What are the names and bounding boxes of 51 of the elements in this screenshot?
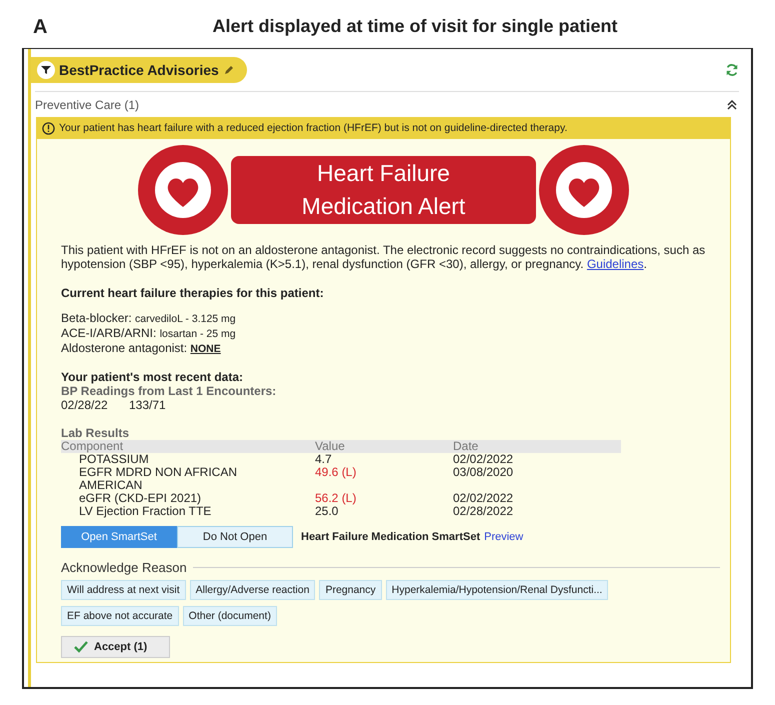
preview-link[interactable]: Preview	[484, 531, 524, 543]
collapse-icon[interactable]	[727, 100, 737, 110]
accept-button[interactable]: Accept (1)	[61, 636, 170, 658]
table-cell-text: 03/08/2020	[453, 466, 514, 481]
table-cell-text: eGFR (CKD-EPI 2021)	[78, 492, 202, 505]
table-cell-text: POTASSIUM	[79, 453, 150, 466]
reason-button[interactable]: Pregnancy	[319, 580, 382, 600]
section-label: Preventive Care (1)	[35, 98, 140, 112]
table-cell-text: 02/28/2022	[453, 505, 514, 518]
table-cell-text: 02/02/2022	[453, 453, 514, 466]
reason-button[interactable]: Other (document)	[182, 606, 277, 626]
table-cell-text: 25.0	[315, 505, 340, 518]
reason-button[interactable]: Hyperkalemia/Hypotension/Renal Dysfuncti...	[386, 580, 608, 600]
column-header: Component	[61, 440, 124, 453]
banner-text: Your patient has heart failure with a reduced ejection fraction (HFrEF) but is not on guideline-directed therapy.	[59, 122, 568, 134]
figure-label: A	[33, 16, 48, 39]
column-header: Value	[315, 440, 346, 453]
smartset-name: Heart Failure Medication SmartSet	[301, 531, 480, 543]
reason-button[interactable]: Allergy/Adverse reaction	[190, 580, 316, 600]
lab-results-heading: Lab Results	[61, 426, 130, 440]
recent-data-heading: Your patient's most recent data:	[61, 370, 244, 384]
bp-date: 02/28/22	[61, 398, 109, 412]
therapy-label: Aldosterone antagonist:	[61, 341, 188, 355]
table-cell-text: 02/02/2022	[453, 492, 514, 505]
choice-button[interactable]: Do Not Open	[177, 526, 293, 548]
therapy-label: Beta-blocker:	[61, 311, 133, 325]
column-header: Date	[453, 440, 480, 453]
filter-icon	[37, 61, 55, 79]
therapy-label: ACE-I/ARB/ARNI:	[61, 326, 158, 340]
table-cell-text: 49.6 (L)	[315, 466, 358, 481]
therapies-heading: Current heart failure therapies for this patient:	[61, 286, 325, 300]
table-cell-text: 56.2 (L)	[315, 492, 358, 505]
acknowledge-legend: Acknowledge Reason	[61, 560, 187, 575]
reason-button[interactable]: EF above not accurate	[61, 606, 179, 626]
figure-title: Alert displayed at time of visit for single patient	[212, 16, 618, 37]
checkmark-icon	[74, 641, 88, 653]
therapy-value: NONE	[190, 343, 221, 355]
table-cell-text: LV Ejection Fraction TTE	[78, 505, 212, 518]
alert-title: Heart Failure Medication Alert	[231, 156, 536, 224]
reason-button[interactable]: Will address at next visit	[61, 580, 186, 600]
table-cell-text: 4.7	[315, 453, 333, 466]
pencil-icon[interactable]	[222, 64, 235, 76]
panel-title: BestPractice Advisories	[59, 62, 219, 78]
bp-heading: BP Readings from Last 1 Encounters:	[61, 384, 278, 398]
bp-value: 133/71	[129, 398, 166, 412]
therapy-value: losartan - 25 mg	[160, 328, 236, 340]
guidelines-link[interactable]: Guidelines	[586, 257, 644, 271]
therapy-value: carvediloL - 3.125 mg	[135, 313, 236, 325]
refresh-icon[interactable]	[725, 63, 739, 77]
description-text: This patient with HFrEF is not on an aldosterone antagonist. The electronic record suggests no contraindications, such as hypotension (SBP <95), hyperkalemia (K>5.1), renal dysfunction (GFR <30), allergy, or pregnancy. Guidelines.	[61, 243, 706, 271]
exclamation-icon	[42, 122, 55, 134]
